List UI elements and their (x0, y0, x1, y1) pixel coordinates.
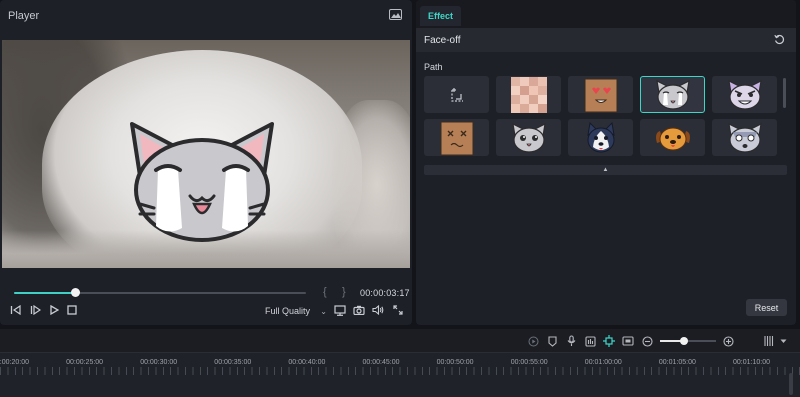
volume-icon[interactable] (371, 303, 385, 317)
ruler-tick-label: 00:00:35:00 (214, 359, 252, 366)
sticker-custom-import[interactable] (424, 76, 489, 113)
crying-cat-icon (655, 79, 690, 110)
player-panel: Player {} 00:00:03:17 Full Quality ⌄ (0, 0, 412, 325)
sticker-scared-cat[interactable] (712, 119, 777, 156)
effect-panel: Effect Face-off Path ▲ Reset (416, 0, 796, 325)
zoom-out-icon[interactable] (641, 335, 653, 347)
ruler-tick-label: 00:00:20:00 (0, 359, 29, 366)
playhead-handle[interactable] (71, 288, 81, 297)
camera-icon[interactable] (352, 303, 366, 317)
reset-button[interactable]: Reset (746, 299, 787, 316)
ruler-tick-label: 00:01:10:00 (733, 359, 770, 366)
sticker-mosaic[interactable] (496, 76, 561, 113)
timeline-toolbar (0, 329, 800, 352)
zoom-slider[interactable] (660, 337, 716, 345)
collapse-grid-button[interactable]: ▲ (424, 165, 787, 175)
sticker-box-dizzy[interactable] (424, 119, 489, 156)
render-preview-icon[interactable] (527, 335, 539, 347)
husky-icon (586, 121, 615, 152)
marker-icon[interactable] (546, 335, 558, 347)
sticker-crying-cat[interactable] (640, 76, 705, 113)
sticker-grey-cat[interactable] (496, 119, 561, 156)
sticker-angry-cat[interactable] (712, 76, 777, 113)
stop-icon[interactable] (65, 303, 79, 317)
quality-value: Full Quality (265, 306, 311, 316)
face-off-header[interactable]: Face-off (416, 28, 796, 52)
box-heart-eyes-icon (584, 78, 617, 112)
tab-effect[interactable]: Effect (420, 6, 462, 26)
ruler-tick-label: 00:00:50:00 (436, 359, 474, 366)
playback-progress (14, 292, 76, 294)
ruler-tick-label: 00:01:00:00 (584, 359, 622, 366)
import-icon (450, 87, 463, 102)
grid-view-icon[interactable] (763, 335, 775, 347)
path-label: Path (424, 62, 443, 72)
quality-select[interactable]: Full Quality ⌄ (265, 304, 327, 318)
display-icon[interactable] (333, 303, 347, 317)
crying-cat-sticker[interactable] (128, 118, 276, 242)
video-preview[interactable] (2, 40, 410, 268)
chevron-down-icon[interactable] (777, 335, 789, 347)
player-title: Player (8, 10, 40, 22)
reset-icon[interactable] (774, 34, 785, 45)
sticker-puppy[interactable] (640, 119, 705, 156)
ruler-tick-label: 00:00:40:00 (288, 359, 326, 366)
ruler-tick-label: 00:00:25:00 (66, 359, 104, 366)
ruler-ticks (0, 367, 800, 375)
ruler-tick-label: 00:00:45:00 (362, 359, 400, 366)
chevron-up-icon: ▲ (602, 167, 609, 173)
timeline-ruler[interactable]: 00:00:20:00 00:00:25:00 00:00:30:00 00:00:3… (0, 352, 800, 397)
angry-cat-icon (727, 79, 762, 110)
box-dizzy-icon (440, 121, 473, 155)
puppy-icon (655, 127, 690, 150)
face-off-title: Face-off (424, 35, 461, 46)
auto-fit-icon[interactable] (622, 335, 634, 347)
chevron-down-icon: ⌄ (320, 306, 327, 316)
sticker-grid-scrollbar[interactable] (783, 78, 786, 108)
motion-tracking-icon[interactable] (603, 335, 615, 347)
ruler-tick-label: 00:00:55:00 (510, 359, 548, 366)
zoom-slider-handle[interactable] (679, 337, 688, 345)
timecode-display: 00:00:03:17 (360, 288, 410, 298)
sticker-box-heart-eyes[interactable] (568, 76, 633, 113)
ruler-tick-label: 00:00:30:00 (140, 359, 178, 366)
play-icon[interactable] (47, 303, 61, 317)
sticker-husky[interactable] (568, 119, 633, 156)
mark-out-button[interactable]: } (342, 286, 346, 298)
sticker-grid (424, 76, 780, 156)
timeline: 00:00:20:00 00:00:25:00 00:00:30:00 00:00:3… (0, 329, 800, 397)
scared-cat-icon (727, 122, 762, 153)
skip-back-icon[interactable] (8, 303, 22, 317)
snapshot-icon[interactable] (389, 9, 402, 20)
timeline-scrollbar[interactable] (789, 373, 793, 395)
microphone-icon[interactable] (565, 335, 577, 347)
mark-in-button[interactable]: { (323, 286, 327, 298)
zoom-in-icon[interactable] (722, 335, 734, 347)
effect-tabbar: Effect (416, 0, 796, 28)
grey-cat-icon (511, 122, 546, 153)
step-forward-icon[interactable] (28, 303, 42, 317)
ruler-tick-label: 00:01:05:00 (658, 359, 696, 366)
voiceover-icon[interactable] (584, 335, 596, 347)
playback-scrubber[interactable] (14, 288, 306, 297)
mosaic-icon (510, 76, 547, 113)
fullscreen-icon[interactable] (391, 303, 405, 317)
